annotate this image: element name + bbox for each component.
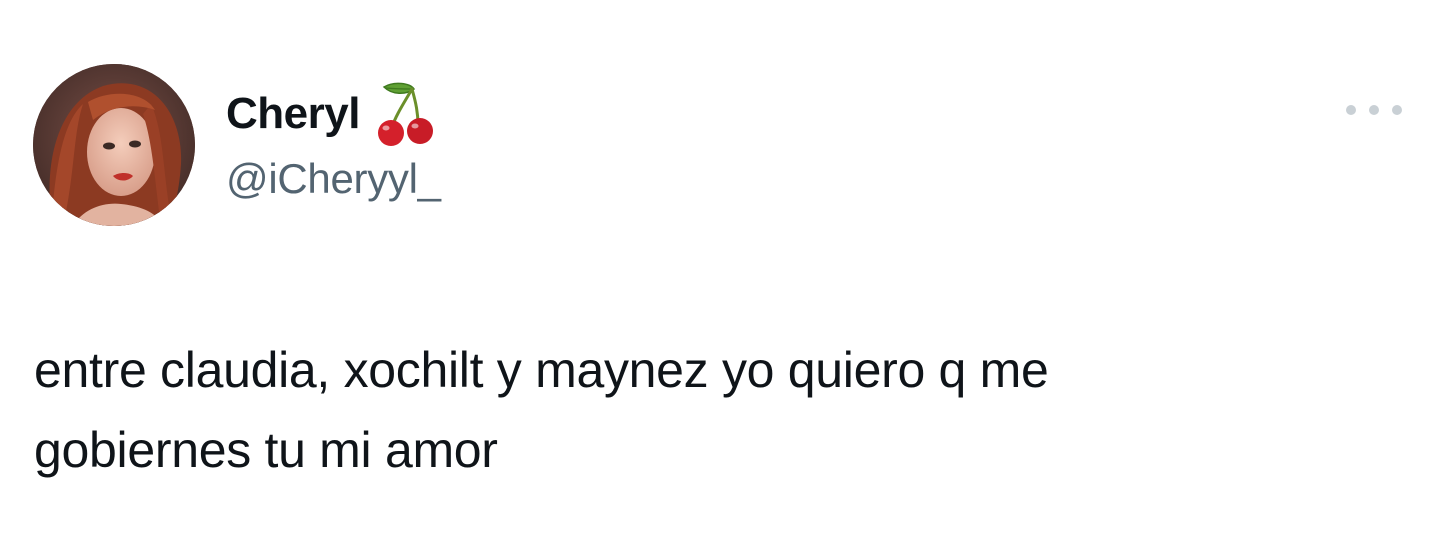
tweet-card: Cheryl @iCheryyl_ entre claudia, xochilt xyxy=(0,0,1440,537)
display-name[interactable]: Cheryl xyxy=(226,92,360,136)
more-horizontal-icon xyxy=(1392,105,1402,115)
tweet-text-line: gobiernes tu mi amor xyxy=(34,422,498,478)
more-horizontal-icon xyxy=(1346,105,1356,115)
avatar[interactable] xyxy=(33,64,195,226)
more-horizontal-icon xyxy=(1369,105,1379,115)
tweet-text: entre claudia, xochilt y maynez yo quier… xyxy=(34,330,1374,490)
author-name-row: Cheryl xyxy=(226,82,436,146)
user-handle[interactable]: @iCheryyl_ xyxy=(226,158,441,200)
avatar-photo xyxy=(33,64,195,226)
cherry-icon xyxy=(374,81,436,147)
more-options-button[interactable] xyxy=(1346,98,1402,122)
tweet-text-line: entre claudia, xochilt y maynez yo quier… xyxy=(34,342,1049,398)
